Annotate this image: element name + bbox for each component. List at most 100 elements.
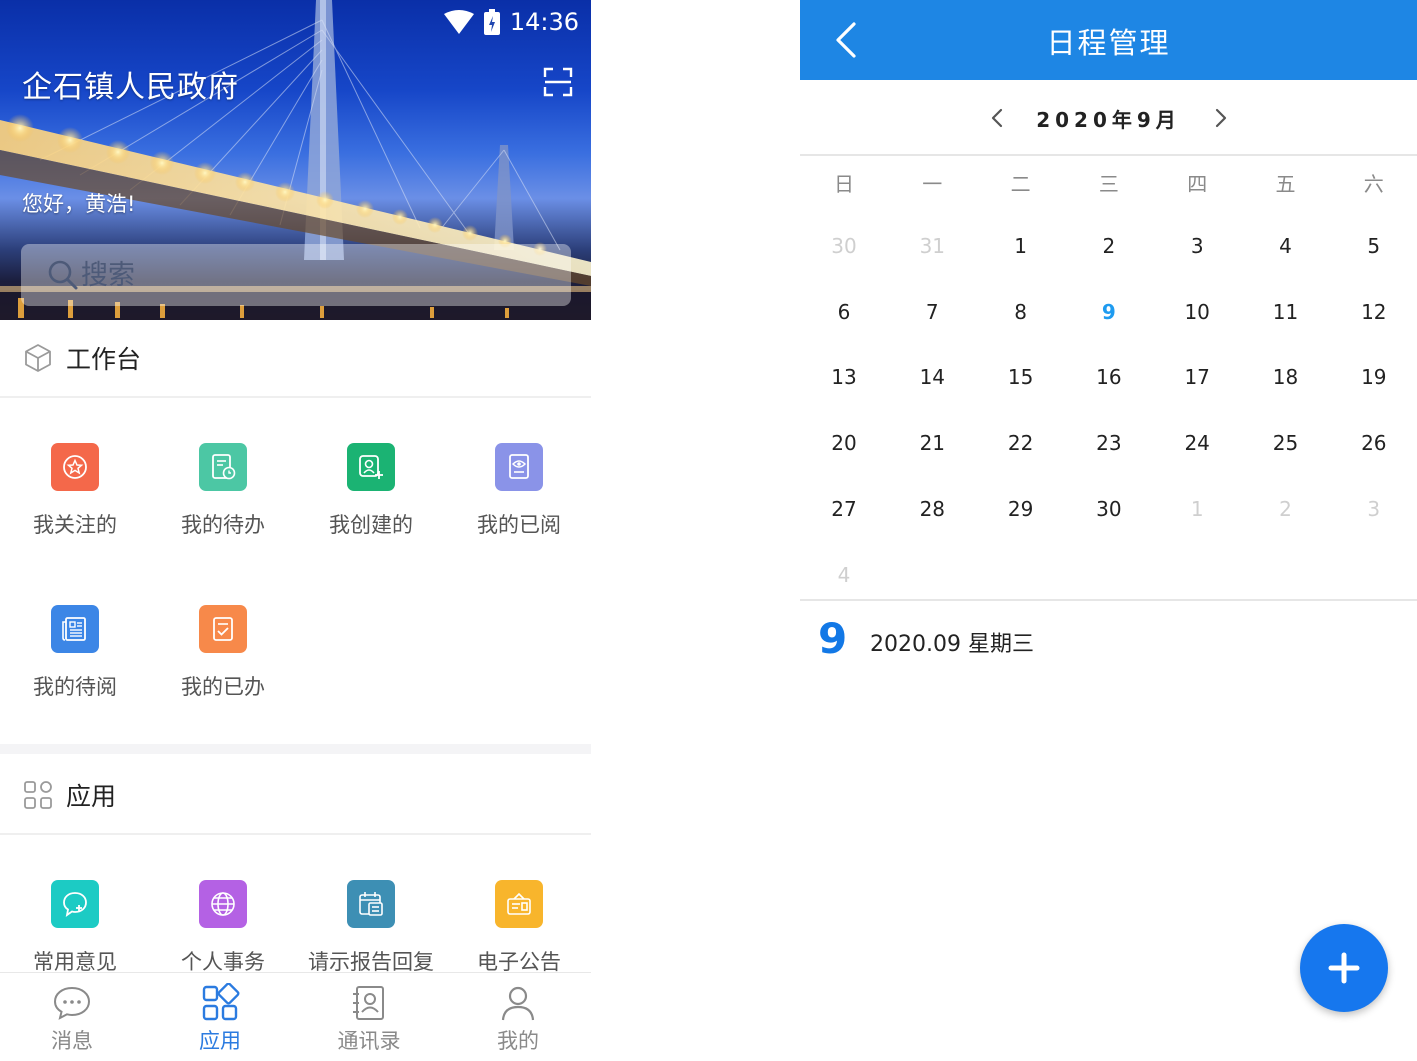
org-title: 企石镇人民政府 bbox=[22, 70, 239, 105]
tab-label: 通讯录 bbox=[337, 1029, 401, 1053]
tab-label: 消息 bbox=[51, 1029, 93, 1053]
search-input[interactable] bbox=[81, 259, 521, 291]
calendar-day[interactable]: 2 bbox=[1065, 214, 1153, 278]
calendar-day[interactable]: 31 bbox=[888, 214, 976, 278]
calendar-day[interactable]: 27 bbox=[800, 477, 888, 541]
tab-me[interactable]: 我的 bbox=[468, 983, 568, 1055]
calendar-day[interactable]: 20 bbox=[800, 411, 888, 475]
tab-apps[interactable]: 应用 bbox=[170, 983, 270, 1055]
calendar-day[interactable]: 18 bbox=[1242, 345, 1330, 409]
selected-date-text: 2020.09 星期三 bbox=[870, 632, 1034, 657]
workbench-item-label: 我的已阅 bbox=[477, 513, 561, 537]
tab-messages[interactable]: 消息 bbox=[22, 983, 122, 1055]
calendar-day[interactable]: 25 bbox=[1242, 411, 1330, 475]
icon-tile bbox=[347, 880, 395, 928]
calendar-day[interactable]: 7 bbox=[888, 280, 976, 344]
status-time: 14:36 bbox=[509, 8, 579, 36]
app-item-report-reply[interactable]: 请示报告回复 bbox=[296, 880, 446, 976]
app-item-announcements[interactable]: 电子公告 bbox=[444, 880, 591, 976]
calendar-day[interactable]: 9 bbox=[1065, 280, 1153, 344]
selected-date-row: 9 2020.09 星期三 bbox=[818, 608, 1034, 668]
calendar-day[interactable]: 4 bbox=[800, 543, 888, 607]
calendar-day[interactable]: 26 bbox=[1330, 411, 1417, 475]
weekday-label: 三 bbox=[1098, 172, 1119, 196]
apps-title: 应用 bbox=[66, 782, 117, 811]
calendar-day[interactable]: 16 bbox=[1065, 345, 1153, 409]
workbench-item-label: 我的已办 bbox=[181, 675, 265, 699]
workbench-item-read[interactable]: 我的已阅 bbox=[444, 443, 591, 539]
workbench-item-created[interactable]: 我创建的 bbox=[296, 443, 446, 539]
message-icon bbox=[53, 986, 91, 1020]
globe-icon bbox=[211, 892, 235, 916]
status-bar: 14:36 bbox=[443, 8, 579, 36]
header-banner: 14:36 企石镇人民政府 您好，黄浩! bbox=[0, 0, 591, 320]
calendar-day[interactable]: 29 bbox=[977, 477, 1065, 541]
calendar-day[interactable]: 3 bbox=[1330, 477, 1417, 541]
scan-icon[interactable] bbox=[543, 67, 573, 97]
workbench-title: 工作台 bbox=[66, 345, 142, 374]
doc-check-icon bbox=[213, 617, 233, 641]
icon-tile bbox=[199, 880, 247, 928]
selected-day-number: 9 bbox=[818, 613, 848, 663]
month-label: 2020年9月 bbox=[1036, 108, 1181, 132]
calendar-day[interactable]: 4 bbox=[1242, 214, 1330, 278]
person-icon bbox=[501, 986, 535, 1021]
apps-grid-icon bbox=[24, 781, 52, 809]
icon-tile bbox=[347, 443, 395, 491]
icon-tile bbox=[495, 880, 543, 928]
calendar-day[interactable]: 30 bbox=[800, 214, 888, 278]
calendar-day[interactable]: 22 bbox=[977, 411, 1065, 475]
calendar-day[interactable]: 5 bbox=[1330, 214, 1417, 278]
calendar-day[interactable]: 13 bbox=[800, 345, 888, 409]
calendar-day[interactable]: 30 bbox=[1065, 477, 1153, 541]
calendar-day[interactable]: 1 bbox=[977, 214, 1065, 278]
announcement-icon bbox=[507, 892, 531, 915]
chat-plus-icon bbox=[63, 892, 87, 917]
calendar-day[interactable]: 2 bbox=[1242, 477, 1330, 541]
calendar-day[interactable]: 19 bbox=[1330, 345, 1417, 409]
weekday-label: 四 bbox=[1187, 172, 1208, 196]
calendar-day[interactable]: 6 bbox=[800, 280, 888, 344]
app-item-common-opinions[interactable]: 常用意见 bbox=[0, 880, 150, 976]
workbench-item-followed[interactable]: 我关注的 bbox=[0, 443, 150, 539]
plus-icon bbox=[1328, 952, 1360, 984]
workbench-item-label: 我的待办 bbox=[181, 513, 265, 537]
calendar-day[interactable]: 11 bbox=[1242, 280, 1330, 344]
calendar-day[interactable]: 21 bbox=[888, 411, 976, 475]
calendar-day[interactable]: 15 bbox=[977, 345, 1065, 409]
calendar-divider bbox=[800, 599, 1417, 601]
cube-icon bbox=[25, 344, 51, 372]
workbench-item-to-read[interactable]: 我的待阅 bbox=[0, 605, 150, 701]
app-item-personal-affairs[interactable]: 个人事务 bbox=[148, 880, 298, 976]
page-title: 日程管理 bbox=[1046, 26, 1171, 60]
weekday-label: 一 bbox=[922, 172, 943, 196]
month-navigator: 2020年9月 bbox=[800, 80, 1417, 156]
icon-tile bbox=[51, 443, 99, 491]
calendar-day[interactable]: 10 bbox=[1153, 280, 1241, 344]
calendar-day[interactable]: 12 bbox=[1330, 280, 1417, 344]
search-icon bbox=[48, 260, 78, 290]
add-schedule-button[interactable] bbox=[1300, 924, 1388, 1012]
tab-contacts[interactable]: 通讯录 bbox=[319, 983, 419, 1055]
calendar-day[interactable]: 17 bbox=[1153, 345, 1241, 409]
next-month-icon[interactable] bbox=[1210, 106, 1232, 130]
calendar-day[interactable]: 3 bbox=[1153, 214, 1241, 278]
calendar-day[interactable]: 23 bbox=[1065, 411, 1153, 475]
right-phone-screen: 日程管理 2020年9月 日一二三四五六 30 31 1 2 3 4 5 6 7 8 9 10 11 12… bbox=[800, 0, 1417, 1061]
calendar-day[interactable]: 14 bbox=[888, 345, 976, 409]
workbench-item-todo[interactable]: 我的待办 bbox=[148, 443, 298, 539]
apps-section-header: 应用 bbox=[0, 757, 591, 835]
bottom-tab-bar: 消息 应用 通讯录 我的 bbox=[0, 972, 591, 1061]
icon-tile bbox=[495, 443, 543, 491]
calendar-day[interactable]: 8 bbox=[977, 280, 1065, 344]
icon-tile bbox=[199, 605, 247, 653]
search-bar[interactable] bbox=[21, 244, 571, 306]
greeting-text: 您好，黄浩! bbox=[22, 192, 136, 216]
calendar-day[interactable]: 1 bbox=[1153, 477, 1241, 541]
calendar-day[interactable]: 28 bbox=[888, 477, 976, 541]
doc-eye-icon bbox=[509, 454, 529, 479]
icon-tile bbox=[199, 443, 247, 491]
contacts-icon bbox=[353, 986, 384, 1020]
calendar-day[interactable]: 24 bbox=[1153, 411, 1241, 475]
workbench-item-done[interactable]: 我的已办 bbox=[148, 605, 298, 701]
